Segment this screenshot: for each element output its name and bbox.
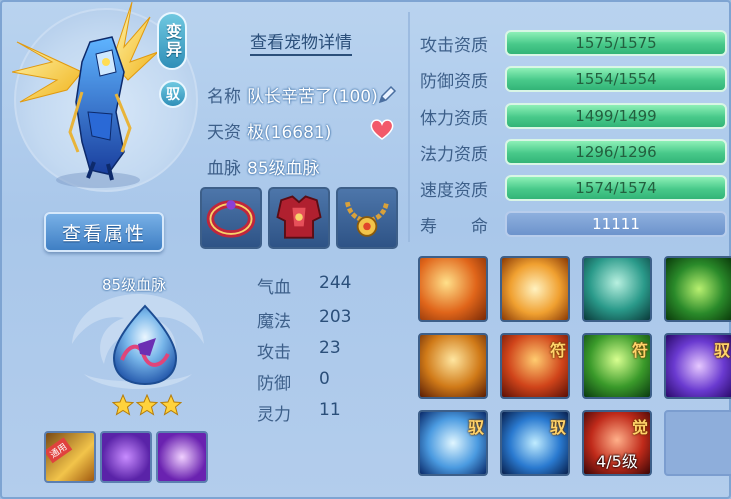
equipment-slot-1[interactable] (200, 187, 262, 249)
blood-level-label: 85级血脉 (102, 276, 167, 294)
mutant-badge: 变异 (157, 12, 187, 70)
attr-row-attack: 攻击资质 1575/1575 (420, 30, 727, 56)
skill-slot[interactable] (500, 256, 570, 322)
stat-hp-value: 244 (319, 273, 352, 293)
blood-label: 血脉 (207, 159, 241, 179)
attr-row-speed: 速度资质 1574/1574 (420, 175, 727, 201)
stat-attack-value: 23 (319, 338, 341, 358)
attr-label-attack: 攻击资质 (420, 35, 488, 56)
attr-bar-mana: 1296/1296 (505, 139, 727, 165)
skill-level: 4/5级 (596, 452, 638, 471)
stat-attack-label: 攻击 (257, 343, 291, 363)
attr-row-mana: 法力资质 1296/1296 (420, 139, 727, 165)
attr-label-stamina: 体力资质 (420, 108, 488, 129)
attr-row-lifespan: 寿 命 11111 (420, 211, 727, 237)
attr-label-lifespan: 寿 命 (420, 216, 488, 237)
tame-badge: 驭 (159, 80, 187, 108)
stat-mp-value: 203 (319, 307, 352, 327)
attr-bar-stamina: 1499/1499 (505, 103, 727, 129)
stat-defense-value: 0 (319, 369, 330, 389)
attr-label-mana: 法力资质 (420, 144, 488, 165)
star-icon (160, 394, 182, 416)
skill-mark: 驭 (549, 418, 566, 437)
blood-stars (112, 394, 182, 416)
column-divider (408, 12, 410, 242)
stat-spirit-label: 灵力 (257, 405, 291, 425)
stat-mp-label: 魔法 (257, 312, 291, 332)
skill-slot[interactable] (664, 256, 731, 322)
aptitude-row: 天资 极(16681) (207, 118, 331, 143)
skill-slot[interactable] (418, 256, 488, 322)
attr-row-defense: 防御资质 1554/1554 (420, 66, 727, 92)
attr-row-stamina: 体力资质 1499/1499 (420, 103, 727, 129)
skill-slot[interactable] (582, 256, 652, 322)
attr-label-speed: 速度资质 (420, 180, 488, 201)
rename-pencil-icon[interactable] (376, 84, 398, 106)
skill-small-purple-dragon[interactable] (100, 431, 152, 483)
skill-slot[interactable]: 觉 4/5级 (582, 410, 652, 476)
skill-slot[interactable]: 符 (500, 333, 570, 399)
stat-defense: 防御 0 (257, 369, 330, 394)
blood-row: 血脉 85级血脉 (207, 154, 320, 179)
equipment-slot-3[interactable] (336, 187, 398, 249)
blood-gem-icon[interactable] (110, 304, 180, 386)
attr-bar-speed: 1574/1574 (505, 175, 727, 201)
pet-model-image (12, 2, 159, 188)
skill-small-purple-spirit[interactable] (156, 431, 208, 483)
common-tag: 通用 (46, 437, 73, 464)
skill-slot[interactable] (418, 333, 488, 399)
blood-value: 85级血脉 (247, 159, 320, 179)
equipment-slot-2[interactable] (268, 187, 330, 249)
attr-bar-lifespan: 11111 (505, 211, 727, 237)
skill-slot[interactable]: 驭 (418, 410, 488, 476)
skill-mark: 觉 (631, 418, 648, 437)
stat-defense-label: 防御 (257, 374, 291, 394)
red-armor-icon (276, 195, 322, 239)
stat-hp: 气血 244 (257, 273, 351, 298)
skill-slot[interactable]: 驭 (664, 333, 731, 399)
stat-spirit: 灵力 11 (257, 400, 341, 425)
skill-slot[interactable]: 符 (582, 333, 652, 399)
skill-mark: 驭 (713, 341, 730, 360)
skill-small-golden-weapon[interactable]: 通用 (44, 431, 96, 483)
skill-mark: 符 (549, 341, 566, 360)
name-label: 名称 (207, 87, 241, 107)
name-row: 名称 队长辛苦了(100) (207, 82, 398, 107)
red-ring-icon (206, 200, 256, 238)
view-attributes-button[interactable]: 查看属性 (44, 212, 164, 252)
favorite-heart-icon[interactable] (370, 118, 394, 140)
star-icon (112, 394, 134, 416)
stat-mp: 魔法 203 (257, 307, 351, 332)
attr-label-defense: 防御资质 (420, 71, 488, 92)
name-value: 队长辛苦了(100) (247, 87, 378, 107)
attr-bar-defense: 1554/1554 (505, 66, 727, 92)
stat-attack: 攻击 23 (257, 338, 341, 363)
view-pet-details-link[interactable]: 查看宠物详情 (250, 28, 352, 56)
empty-skill-slot[interactable] (664, 410, 731, 476)
aptitude-value: 极(16681) (247, 123, 332, 143)
stat-hp-label: 气血 (257, 278, 291, 298)
stat-spirit-value: 11 (319, 400, 341, 420)
aptitude-label: 天资 (207, 123, 241, 143)
attr-bar-attack: 1575/1575 (505, 30, 727, 56)
skill-mark: 符 (631, 341, 648, 360)
pet-detail-panel: 变异 驭 查看属性 85级血脉 通用 查看宠物详情 名称 队长辛苦了(100) (0, 0, 731, 499)
gold-necklace-icon (345, 201, 389, 237)
skill-mark: 驭 (467, 418, 484, 437)
star-icon (136, 394, 158, 416)
skill-slot[interactable]: 驭 (500, 410, 570, 476)
